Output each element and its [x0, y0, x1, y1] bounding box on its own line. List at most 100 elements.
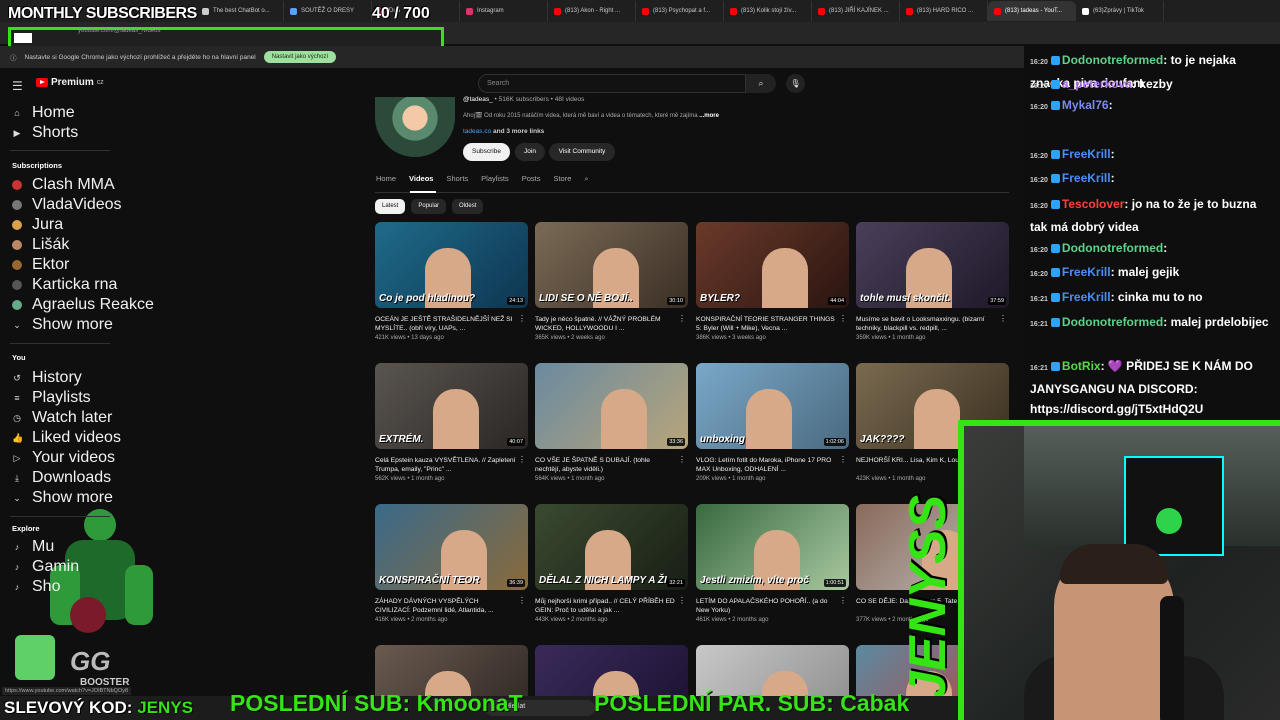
video-thumbnail[interactable]: unboxing 1:02:06 — [696, 363, 849, 449]
chip-oldest[interactable]: Oldest — [452, 199, 484, 214]
chat-username[interactable]: FreeKrill — [1062, 171, 1111, 185]
sidebar-show-more[interactable]: ⌄ Show more — [12, 489, 113, 506]
video-thumbnail[interactable]: LIDI SE O NĚ BOJÍ.. 30:10 — [535, 222, 688, 308]
chat-username[interactable]: Mykal76 — [1062, 98, 1109, 112]
search-icon[interactable]: ⌕ — [746, 74, 776, 93]
tab-posts[interactable]: Posts — [522, 174, 541, 184]
sidebar-show-more[interactable]: ⌄ Show more — [12, 316, 113, 333]
video-card[interactable]: 33:36 CO VŠE JE ŠPATNĚ S DUBAJÍ. (tohle n… — [535, 363, 688, 482]
browser-tab[interactable]: (813) tadeas - YouT... — [988, 1, 1076, 21]
video-thumbnail[interactable]: DĚLAL Z NICH LAMPY A ŽI 32:21 — [535, 504, 688, 590]
more-vert-icon[interactable]: ⋮ — [518, 596, 526, 605]
video-card[interactable]: DĚLAL Z NICH LAMPY A ŽI 32:21 Můj nejhorší… — [535, 504, 688, 623]
video-thumbnail[interactable]: KONSPIRAČNÍ TEOR 36:39 — [375, 504, 528, 590]
more-vert-icon[interactable]: ⋮ — [678, 596, 686, 605]
channel-description[interactable]: Ahoj🎬 Od roku 2015 natáčím videa, která … — [463, 112, 763, 119]
video-card[interactable]: tohle musí skončit. 37:59 Musíme se bavit … — [856, 222, 1009, 341]
video-title[interactable]: Celá Epstein kauza VYSVĚTLENA. // Zaplet… — [375, 456, 528, 474]
browser-tab[interactable]: The best ChatBot o... — [196, 1, 284, 21]
join-button[interactable]: Join — [515, 143, 545, 161]
tab-home[interactable]: Home — [376, 174, 396, 184]
video-thumbnail[interactable]: BYLER? 44:04 — [696, 222, 849, 308]
sidebar-explore-item[interactable]: ♪ Sho — [12, 578, 61, 595]
video-thumbnail[interactable]: Co je pod hladinou? 24:13 — [375, 222, 528, 308]
sidebar-item-downloads[interactable]: ⤓ Downloads — [12, 469, 111, 486]
channel-links[interactable]: tadeas.co and 3 more links — [463, 128, 544, 135]
set-default-button[interactable]: Nastavit jako výchozí — [263, 51, 337, 63]
more-vert-icon[interactable]: ⋮ — [678, 314, 686, 323]
browser-tab[interactable]: Instagram — [460, 1, 548, 21]
more-vert-icon[interactable]: ⋮ — [999, 314, 1007, 323]
video-thumbnail[interactable]: EXTRÉM. 40:07 — [375, 363, 528, 449]
channel-link[interactable]: tadeas.co — [463, 128, 491, 135]
chat-username[interactable]: FreeKrill — [1062, 290, 1111, 304]
chat-username[interactable]: a_peterkova — [1062, 77, 1132, 91]
video-card[interactable]: BYLER? 44:04 KONSPIRAČNÍ TEORIE STRANGER T… — [696, 222, 849, 341]
video-title[interactable]: Musíme se bavit o Looksmaxxingu. (bizarn… — [856, 315, 1009, 333]
video-title[interactable]: LETÍM DO APALAČSKÉHO POHOŘÍ.. (a do New … — [696, 597, 849, 615]
more-vert-icon[interactable]: ⋮ — [839, 455, 847, 464]
more-link[interactable]: ...more — [699, 113, 719, 119]
mic-icon[interactable]: 🎙 — [786, 74, 805, 93]
menu-icon[interactable]: ☰ — [12, 79, 23, 93]
sidebar-subscription[interactable]: Karticka rna — [12, 276, 117, 293]
video-card[interactable]: KONSPIRAČNÍ TEOR 36:39 ZÁHADY DÁVNÝCH VYSP… — [375, 504, 528, 623]
sidebar-subscription[interactable]: Agraelus Reakce — [12, 296, 154, 313]
video-card[interactable]: Co je pod hladinou? 24:13 OCEÁN JE JEŠTĚ S… — [375, 222, 528, 341]
chat-username[interactable]: Tescolover — [1062, 197, 1124, 211]
more-vert-icon[interactable]: ⋮ — [518, 455, 526, 464]
browser-tab[interactable]: (813) JIŘÍ KAJÍNEK ... — [812, 1, 900, 21]
chat-username[interactable]: Dodonotreformed — [1062, 315, 1163, 329]
sidebar-subscription[interactable]: Clash MMA — [12, 176, 115, 193]
more-vert-icon[interactable]: ⋮ — [518, 314, 526, 323]
video-card[interactable]: Jestli zmizím, víte proč 1:00:51 LETÍM DO … — [696, 504, 849, 623]
tab-store[interactable]: Store — [553, 174, 571, 184]
chat-username[interactable]: FreeKrill — [1062, 265, 1111, 279]
video-title[interactable]: OCEÁN JE JEŠTĚ STRAŠIDELNĚJŠÍ NEŽ SI MYS… — [375, 315, 528, 333]
tab-shorts[interactable]: Shorts — [446, 174, 468, 184]
more-vert-icon[interactable]: ⋮ — [678, 455, 686, 464]
video-card[interactable]: unboxing 1:02:06 VLOG: Letím fotit do Maro… — [696, 363, 849, 482]
url-text[interactable]: youtube.com/@tadeas_/videos — [78, 28, 160, 34]
more-links[interactable]: and 3 more links — [493, 128, 544, 135]
subscriptions-heading[interactable]: Subscriptions — [12, 161, 62, 170]
sidebar-item-shorts[interactable]: ▶ Shorts — [12, 124, 79, 141]
tab-playlists[interactable]: Playlists — [481, 174, 509, 184]
browser-tab[interactable]: (813) HARD RICO ... — [900, 1, 988, 21]
video-card[interactable]: LIDI SE O NĚ BOJÍ.. 30:10 Tady je něco špa… — [535, 222, 688, 341]
video-card[interactable]: EXTRÉM. 40:07 Celá Epstein kauza VYSVĚTLEN… — [375, 363, 528, 482]
video-title[interactable]: CO VŠE JE ŠPATNĚ S DUBAJÍ. (tohle nechtě… — [535, 456, 688, 474]
chat-username[interactable]: FreeKrill — [1062, 147, 1111, 161]
sidebar-subscription[interactable]: Ektor — [12, 256, 69, 273]
sidebar-item-history[interactable]: ↺ History — [12, 369, 82, 386]
video-thumbnail[interactable]: Jestli zmizím, víte proč 1:00:51 — [696, 504, 849, 590]
video-title[interactable]: VLOG: Letím fotit do Maroka, iPhone 17 P… — [696, 456, 849, 474]
video-title[interactable]: KONSPIRAČNÍ TEORIE STRANGER THINGS 5: By… — [696, 315, 849, 333]
video-title[interactable]: ZÁHADY DÁVNÝCH VYSPĚLÝCH CIVILIZACÍ: Pod… — [375, 597, 528, 615]
sidebar-subscription[interactable]: Lišák — [12, 236, 69, 253]
more-vert-icon[interactable]: ⋮ — [839, 314, 847, 323]
sidebar-subscription[interactable]: Jura — [12, 216, 63, 233]
chat-username[interactable]: BotRix — [1062, 359, 1101, 373]
browser-tab[interactable]: (813) Akon - Right ... — [548, 1, 636, 21]
chip-latest[interactable]: Latest — [375, 199, 406, 214]
sidebar-explore-item[interactable]: ♪ Gamin — [12, 558, 79, 575]
sidebar-item-watch-later[interactable]: ◷ Watch later — [12, 409, 112, 426]
video-title[interactable]: Můj nejhorší krimi případ.. // CELÝ PŘÍB… — [535, 597, 688, 615]
search-input[interactable]: Search — [478, 74, 746, 93]
visit-community-button[interactable]: Visit Community — [549, 143, 615, 161]
video-thumbnail[interactable]: 33:36 — [535, 363, 688, 449]
video-thumbnail[interactable]: tohle musí skončit. 37:59 — [856, 222, 1009, 308]
chat-username[interactable]: Dodonotreformed — [1062, 53, 1163, 67]
subscribe-button[interactable]: Subscribe — [463, 143, 510, 161]
channel-avatar[interactable] — [375, 97, 455, 157]
chip-popular[interactable]: Popular — [411, 199, 447, 214]
browser-tab[interactable]: (813) Kolik stojí žív... — [724, 1, 812, 21]
tab-videos[interactable]: Videos — [409, 174, 433, 184]
you-heading[interactable]: You — [12, 353, 26, 362]
video-title[interactable]: Tady je něco špatně. // VÁŽNÝ PROBLÉM WI… — [535, 315, 688, 333]
channel-search-icon[interactable]: ⌕ — [584, 174, 588, 184]
browser-tab[interactable]: (63)Zprávy | TikTok — [1076, 1, 1164, 21]
explore-heading[interactable]: Explore — [12, 524, 40, 533]
browser-tab[interactable]: (813) Psychopat a f... — [636, 1, 724, 21]
